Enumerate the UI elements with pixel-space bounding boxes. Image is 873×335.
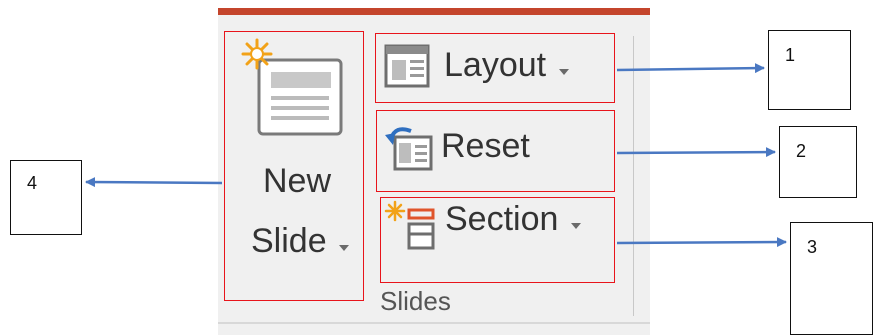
arrow-to-callout-4 [85, 177, 223, 188]
annotation-arrows [85, 63, 787, 248]
arrow-to-callout-2 [616, 147, 776, 158]
arrow-to-callout-1 [616, 63, 765, 74]
arrow-to-callout-3 [616, 237, 787, 248]
